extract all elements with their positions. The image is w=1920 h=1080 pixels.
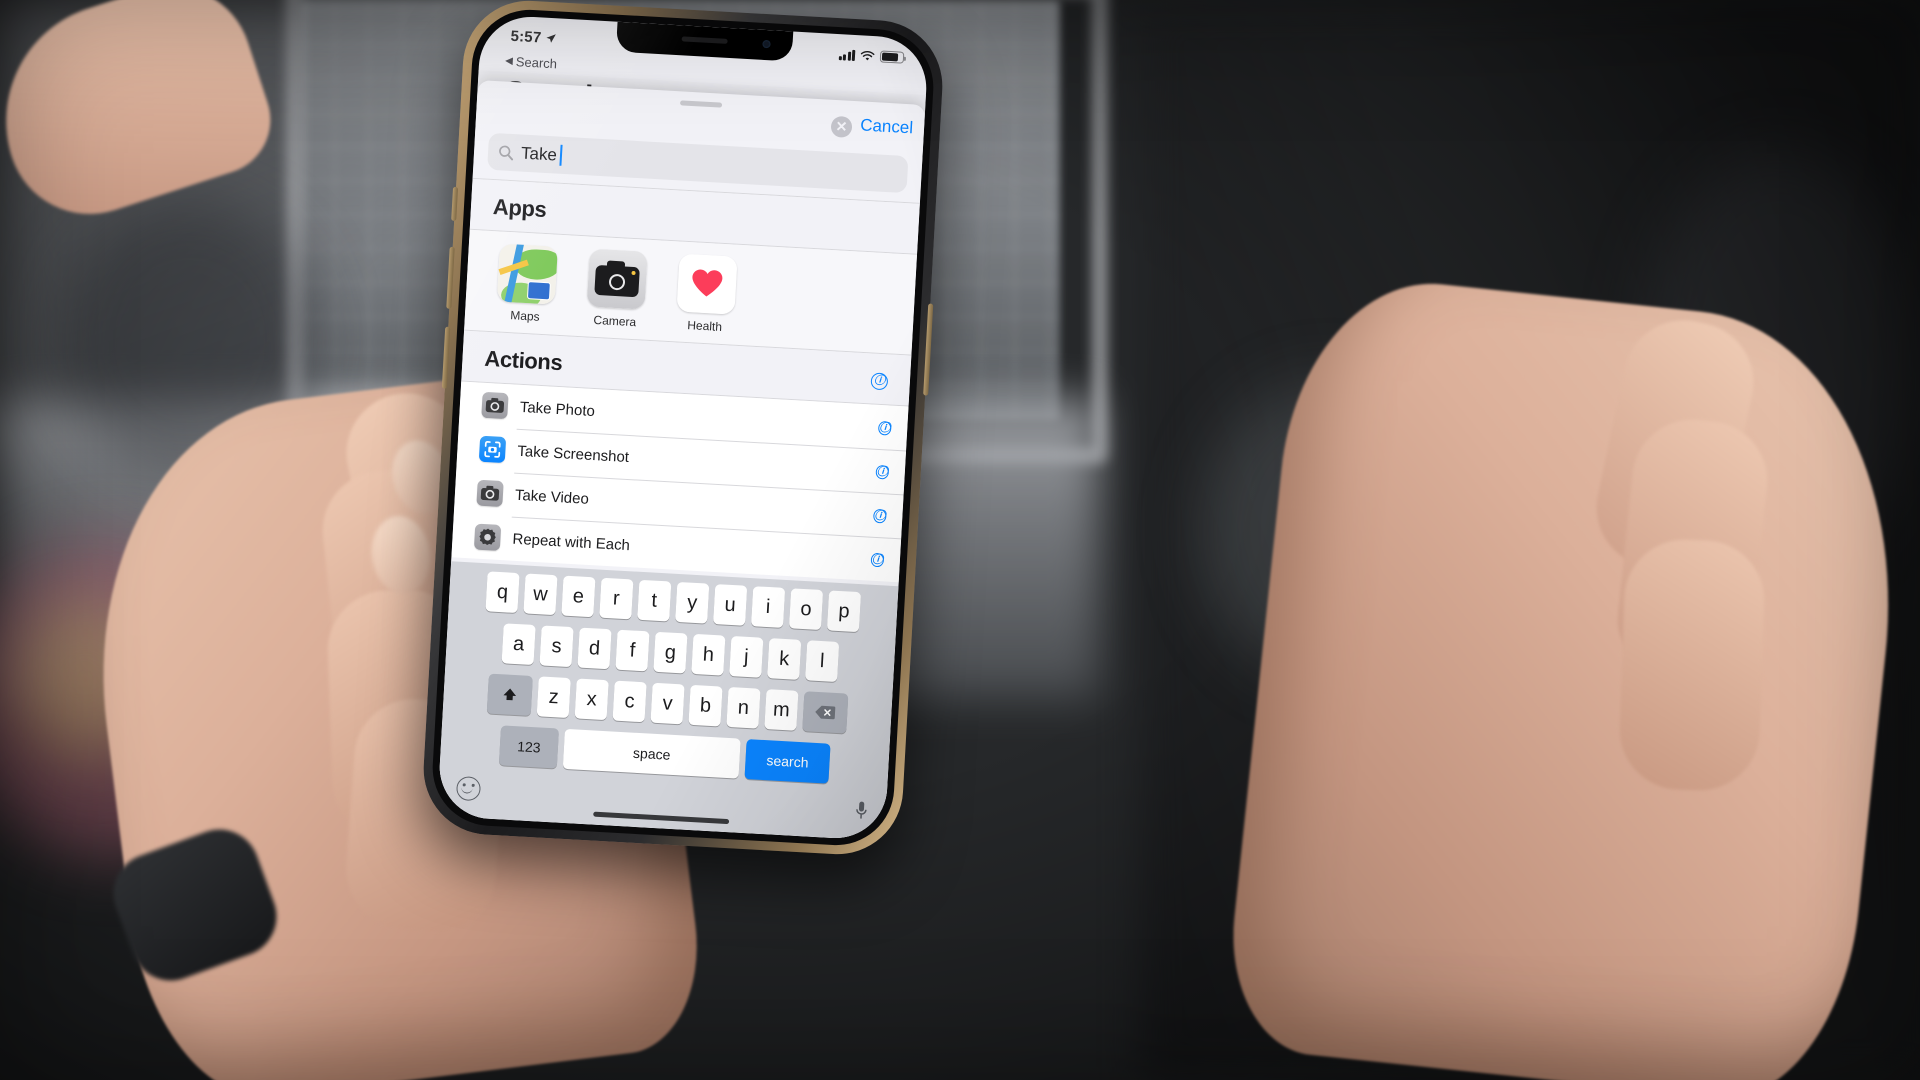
- app-item-camera[interactable]: Camera: [580, 248, 652, 330]
- key-y[interactable]: y: [675, 581, 710, 624]
- gear-icon: [473, 523, 502, 551]
- key-s[interactable]: s: [539, 625, 574, 668]
- action-label: Take Video: [514, 486, 590, 508]
- microphone-icon[interactable]: [854, 800, 868, 821]
- cellular-signal-icon: [838, 49, 856, 61]
- phone-screen[interactable]: 5:57 ◀ Search ✕ Cancel Take Apps Maps Ca…: [436, 14, 930, 841]
- app-item-health[interactable]: Health: [670, 253, 742, 335]
- finger: [1617, 537, 1767, 793]
- key-r[interactable]: r: [599, 577, 634, 620]
- heart-icon: [692, 269, 723, 297]
- status-indicators: [838, 48, 905, 64]
- key-x[interactable]: x: [574, 678, 609, 721]
- space-key[interactable]: space: [562, 728, 741, 779]
- back-chevron-icon: ◀: [504, 55, 514, 67]
- clear-search-button[interactable]: ✕: [830, 115, 853, 138]
- key-i[interactable]: i: [751, 586, 786, 628]
- key-m[interactable]: m: [764, 689, 799, 731]
- iphone-device: 5:57 ◀ Search ✕ Cancel Take Apps Maps Ca…: [420, 0, 946, 858]
- text-caret: [559, 144, 563, 166]
- action-label: Take Screenshot: [516, 442, 630, 466]
- key-e[interactable]: e: [561, 575, 596, 618]
- camera-app-icon: [586, 248, 648, 310]
- actions-list: Take Photo ⓘ Take Screenshot ⓘ Take Vide…: [451, 381, 909, 583]
- key-d[interactable]: d: [577, 627, 612, 670]
- shift-icon[interactable]: [486, 673, 533, 716]
- key-c[interactable]: c: [612, 680, 647, 723]
- emoji-icon[interactable]: [455, 775, 482, 802]
- app-label: Maps: [509, 308, 541, 324]
- key-j[interactable]: j: [729, 636, 764, 678]
- app-item-maps[interactable]: Maps: [491, 243, 563, 325]
- status-time-group: 5:57: [510, 27, 557, 47]
- maps-app-icon: [496, 243, 558, 305]
- search-sheet: ✕ Cancel Take Apps Maps Camera Health Ac…: [436, 80, 926, 841]
- numbers-key[interactable]: 123: [498, 725, 560, 769]
- health-app-icon: [676, 253, 738, 315]
- search-value: Take: [520, 143, 558, 165]
- photo-scene: 5:57 ◀ Search ✕ Cancel Take Apps Maps Ca…: [0, 0, 1920, 1080]
- key-u[interactable]: u: [713, 584, 748, 626]
- info-icon[interactable]: ⓘ: [870, 371, 889, 390]
- key-f[interactable]: f: [615, 629, 650, 672]
- front-camera-icon: [762, 39, 771, 49]
- earpiece-speaker: [681, 36, 728, 44]
- app-label: Camera: [593, 312, 637, 330]
- key-o[interactable]: o: [788, 588, 824, 631]
- key-b[interactable]: b: [688, 684, 723, 727]
- onscreen-keyboard[interactable]: q w e r t y u i o p a s d f g h j k l z …: [436, 561, 899, 841]
- key-h[interactable]: h: [691, 633, 726, 676]
- info-icon[interactable]: ⓘ: [872, 506, 887, 525]
- key-g[interactable]: g: [653, 631, 688, 674]
- key-t[interactable]: t: [637, 579, 672, 622]
- key-z[interactable]: z: [536, 676, 571, 719]
- search-key[interactable]: search: [744, 739, 831, 784]
- search-icon: [499, 145, 514, 160]
- key-a[interactable]: a: [501, 623, 536, 666]
- cancel-button[interactable]: Cancel: [860, 115, 914, 138]
- key-p[interactable]: p: [826, 590, 862, 633]
- key-n[interactable]: n: [726, 686, 761, 729]
- key-w[interactable]: w: [523, 573, 558, 616]
- camera-icon: [481, 391, 509, 420]
- right-hand: [1220, 269, 1920, 1080]
- location-arrow-icon: [546, 33, 556, 43]
- key-v[interactable]: v: [650, 682, 685, 725]
- app-label: Health: [686, 318, 723, 335]
- info-icon[interactable]: ⓘ: [875, 462, 890, 481]
- sheet-grabber[interactable]: [679, 100, 723, 108]
- battery-icon: [879, 50, 905, 64]
- key-q[interactable]: q: [485, 571, 520, 614]
- camera-icon: [476, 479, 504, 508]
- actions-section-header: Actions: [483, 345, 564, 376]
- status-time: 5:57: [510, 27, 542, 46]
- info-icon[interactable]: ⓘ: [870, 550, 885, 569]
- backspace-icon[interactable]: [802, 691, 849, 734]
- action-label: Take Photo: [519, 398, 596, 420]
- screenshot-icon: [478, 435, 507, 464]
- back-label: Search: [515, 53, 558, 71]
- key-k[interactable]: k: [767, 638, 802, 680]
- wifi-icon: [860, 50, 875, 60]
- key-l[interactable]: l: [805, 640, 840, 682]
- info-icon[interactable]: ⓘ: [877, 418, 892, 437]
- action-label: Repeat with Each: [512, 530, 631, 554]
